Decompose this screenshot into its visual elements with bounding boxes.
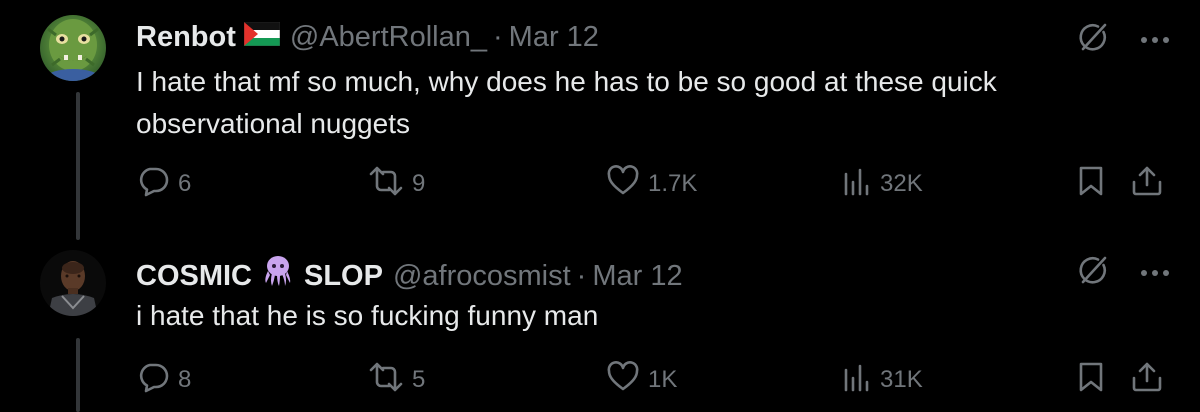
like-icon (606, 360, 640, 401)
display-name-second[interactable]: SLOP (304, 258, 383, 294)
tweet-actions: 8 5 1K 31K (136, 360, 1176, 400)
more-icon[interactable] (1140, 31, 1170, 49)
retweet-icon (368, 164, 404, 205)
share-icon (1130, 360, 1164, 401)
octopus-icon (260, 253, 296, 298)
tweet-header: Renbot @AbertRollan_ · Mar 12 (136, 19, 599, 55)
like-button[interactable]: 1K (606, 360, 677, 400)
tweet-text: i hate that he is so fucking funny man (136, 300, 599, 331)
separator-dot: · (576, 259, 587, 292)
avatar[interactable] (40, 250, 106, 316)
reply-count: 6 (178, 170, 192, 197)
tweet-header: COSMIC SLOP @afrocosmist · Mar 12 (136, 253, 683, 298)
tweet-actions: 6 9 1.7K 32K (136, 164, 1176, 204)
grok-icon[interactable] (1076, 253, 1110, 292)
tweet-top-actions (1076, 253, 1170, 292)
views-icon (842, 164, 872, 205)
avatar[interactable] (40, 15, 106, 81)
like-icon (606, 164, 640, 205)
views-button[interactable]: 32K (842, 164, 923, 204)
retweet-button[interactable]: 5 (368, 360, 425, 400)
retweet-count: 9 (412, 170, 426, 197)
views-count: 31K (880, 366, 923, 393)
retweet-button[interactable]: 9 (368, 164, 425, 204)
tweet-text: I hate that mf so much, why does he has … (136, 66, 997, 139)
separator-dot: · (492, 21, 503, 53)
reply-button[interactable]: 6 (136, 164, 191, 204)
handle[interactable]: @afrocosmist (393, 258, 571, 294)
reply-icon (136, 164, 170, 205)
reply-button[interactable]: 8 (136, 360, 191, 400)
tweet[interactable]: Renbot @AbertRollan_ · Mar 12 I hate tha… (0, 0, 1200, 240)
bookmark-icon (1076, 164, 1106, 205)
views-count: 32K (880, 170, 923, 197)
thread-connector (76, 92, 80, 240)
conversation-thread: Renbot @AbertRollan_ · Mar 12 I hate tha… (0, 0, 1200, 412)
like-count: 1K (648, 366, 678, 393)
views-icon (842, 360, 872, 401)
bookmark-icon (1076, 360, 1106, 401)
more-icon[interactable] (1140, 264, 1170, 282)
grok-icon[interactable] (1076, 20, 1110, 59)
share-icon (1130, 164, 1164, 205)
like-count: 1.7K (648, 170, 698, 197)
tweet[interactable]: COSMIC SLOP @afrocosmist · Mar 12 i hate… (0, 232, 1200, 412)
thread-connector (76, 338, 80, 412)
tweet-top-actions (1076, 20, 1170, 59)
handle[interactable]: @AbertRollan_ (290, 19, 487, 55)
like-button[interactable]: 1.7K (606, 164, 697, 204)
share-button[interactable] (1130, 164, 1164, 204)
retweet-icon (368, 360, 404, 401)
share-button[interactable] (1130, 360, 1164, 400)
display-name-first[interactable]: COSMIC (136, 258, 252, 294)
retweet-count: 5 (412, 366, 426, 393)
bookmark-button[interactable] (1076, 360, 1106, 400)
timestamp[interactable]: Mar 12 (509, 19, 599, 55)
palestine-flag-icon (243, 19, 281, 55)
reply-count: 8 (178, 366, 192, 393)
bookmark-button[interactable] (1076, 164, 1106, 204)
views-button[interactable]: 31K (842, 360, 923, 400)
reply-icon (136, 360, 170, 401)
timestamp[interactable]: Mar 12 (592, 258, 682, 294)
display-name[interactable]: Renbot (136, 19, 236, 55)
